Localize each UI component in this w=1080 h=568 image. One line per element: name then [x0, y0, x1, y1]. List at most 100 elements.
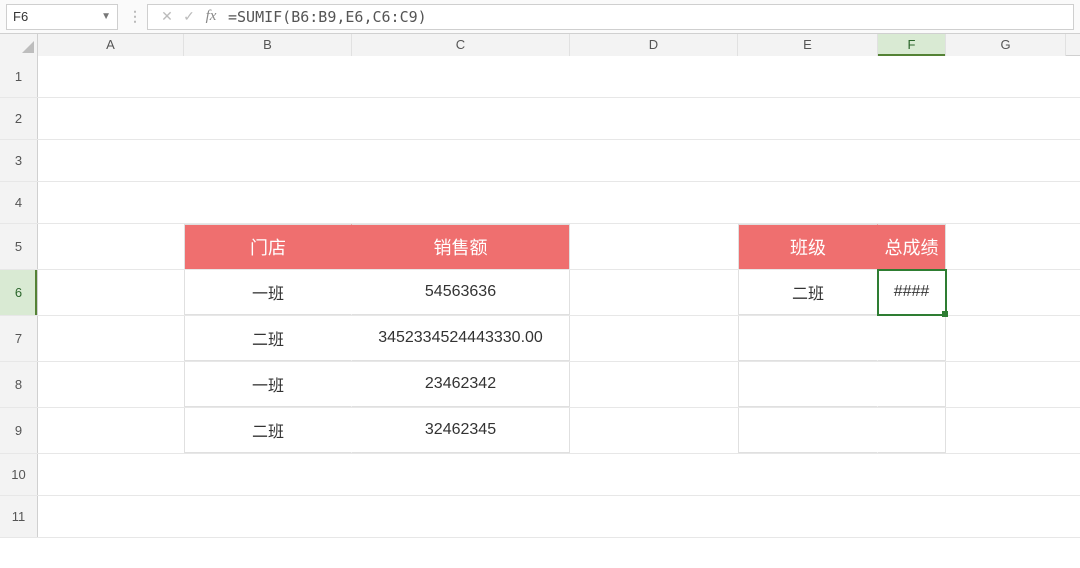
cell-C8[interactable]: 23462342: [352, 362, 570, 407]
col-header-F[interactable]: F: [878, 34, 946, 56]
cell[interactable]: [352, 56, 570, 97]
row-header-1[interactable]: 1: [0, 56, 38, 97]
cell[interactable]: [38, 496, 184, 537]
cell[interactable]: [184, 454, 352, 495]
col-header-A[interactable]: A: [38, 34, 184, 56]
cell-E6[interactable]: 二班: [738, 270, 878, 315]
cell-B6[interactable]: 一班: [184, 270, 352, 315]
cell-B9[interactable]: 二班: [184, 408, 352, 453]
table-header-class[interactable]: 班级: [738, 224, 878, 269]
cell[interactable]: [184, 98, 352, 139]
cell[interactable]: [738, 182, 878, 223]
cell[interactable]: [570, 140, 738, 181]
confirm-icon[interactable]: ✓: [178, 8, 200, 25]
cell[interactable]: [878, 98, 946, 139]
cell[interactable]: [878, 454, 946, 495]
cell[interactable]: [352, 496, 570, 537]
cell-B8[interactable]: 一班: [184, 362, 352, 407]
cell[interactable]: [570, 316, 738, 361]
row-header-9[interactable]: 9: [0, 408, 38, 453]
cell[interactable]: [946, 56, 1066, 97]
cell[interactable]: [878, 56, 946, 97]
cell[interactable]: [946, 270, 1066, 315]
cell[interactable]: [184, 140, 352, 181]
cell[interactable]: [878, 140, 946, 181]
cell[interactable]: [738, 496, 878, 537]
select-all-corner[interactable]: [0, 34, 38, 56]
cell-C6[interactable]: 54563636: [352, 270, 570, 315]
formula-input[interactable]: =SUMIF(B6:B9,E6,C6:C9): [222, 8, 1065, 26]
cell-E8[interactable]: [738, 362, 878, 407]
cell[interactable]: [38, 182, 184, 223]
cell[interactable]: [570, 362, 738, 407]
table-header-total[interactable]: 总成绩: [878, 224, 946, 269]
cell[interactable]: [38, 98, 184, 139]
cell[interactable]: [570, 454, 738, 495]
cell[interactable]: [38, 56, 184, 97]
fill-handle[interactable]: [942, 311, 948, 317]
table-header-store[interactable]: 门店: [184, 224, 352, 269]
cell[interactable]: [570, 224, 738, 269]
cell[interactable]: [738, 98, 878, 139]
cell[interactable]: [38, 224, 184, 269]
row-header-4[interactable]: 4: [0, 182, 38, 223]
cell[interactable]: [352, 98, 570, 139]
col-header-B[interactable]: B: [184, 34, 352, 56]
cell[interactable]: [946, 316, 1066, 361]
cell[interactable]: [946, 182, 1066, 223]
fx-icon[interactable]: fx: [200, 8, 222, 25]
cell[interactable]: [878, 182, 946, 223]
row-header-7[interactable]: 7: [0, 316, 38, 361]
cell[interactable]: [570, 56, 738, 97]
col-header-C[interactable]: C: [352, 34, 570, 56]
row-header-8[interactable]: 8: [0, 362, 38, 407]
cell-C7[interactable]: 3452334524443330.00: [352, 316, 570, 361]
row-header-11[interactable]: 11: [0, 496, 38, 537]
cell-B7[interactable]: 二班: [184, 316, 352, 361]
col-header-E[interactable]: E: [738, 34, 878, 56]
name-box[interactable]: F6 ▼: [6, 4, 118, 30]
row-header-10[interactable]: 10: [0, 454, 38, 495]
col-header-G[interactable]: G: [946, 34, 1066, 56]
cell[interactable]: [184, 182, 352, 223]
cell[interactable]: [38, 316, 184, 361]
name-box-resize-icon[interactable]: ⋮: [124, 8, 147, 25]
cell[interactable]: [570, 182, 738, 223]
cell[interactable]: [570, 408, 738, 453]
cell[interactable]: [352, 140, 570, 181]
row-header-6[interactable]: 6: [0, 270, 38, 315]
cell[interactable]: [738, 454, 878, 495]
cell[interactable]: [184, 56, 352, 97]
cell[interactable]: [738, 140, 878, 181]
spreadsheet-grid[interactable]: A B C D E F G 1 2 3 4: [0, 34, 1080, 568]
cell[interactable]: [38, 454, 184, 495]
formula-area[interactable]: ✕ ✓ fx =SUMIF(B6:B9,E6,C6:C9): [147, 4, 1074, 30]
cell[interactable]: [570, 98, 738, 139]
cell[interactable]: [878, 496, 946, 537]
cell-F6-selected[interactable]: ####: [878, 270, 946, 315]
cell-C9[interactable]: 32462345: [352, 408, 570, 453]
cell[interactable]: [946, 98, 1066, 139]
cell[interactable]: [946, 496, 1066, 537]
cancel-icon[interactable]: ✕: [156, 8, 178, 25]
cell-E9[interactable]: [738, 408, 878, 453]
cell[interactable]: [38, 140, 184, 181]
cell-E7[interactable]: [738, 316, 878, 361]
row-header-3[interactable]: 3: [0, 140, 38, 181]
cell[interactable]: [570, 270, 738, 315]
cell[interactable]: [352, 454, 570, 495]
row-header-5[interactable]: 5: [0, 224, 38, 269]
cell[interactable]: [738, 56, 878, 97]
cell[interactable]: [38, 362, 184, 407]
cell[interactable]: [946, 140, 1066, 181]
row-header-2[interactable]: 2: [0, 98, 38, 139]
cell-F9[interactable]: [878, 408, 946, 453]
cell[interactable]: [946, 224, 1066, 269]
cell[interactable]: [946, 408, 1066, 453]
cell-F7[interactable]: [878, 316, 946, 361]
cell[interactable]: [946, 362, 1066, 407]
dropdown-caret-icon[interactable]: ▼: [101, 11, 111, 22]
cell[interactable]: [38, 270, 184, 315]
cell[interactable]: [570, 496, 738, 537]
cell[interactable]: [38, 408, 184, 453]
